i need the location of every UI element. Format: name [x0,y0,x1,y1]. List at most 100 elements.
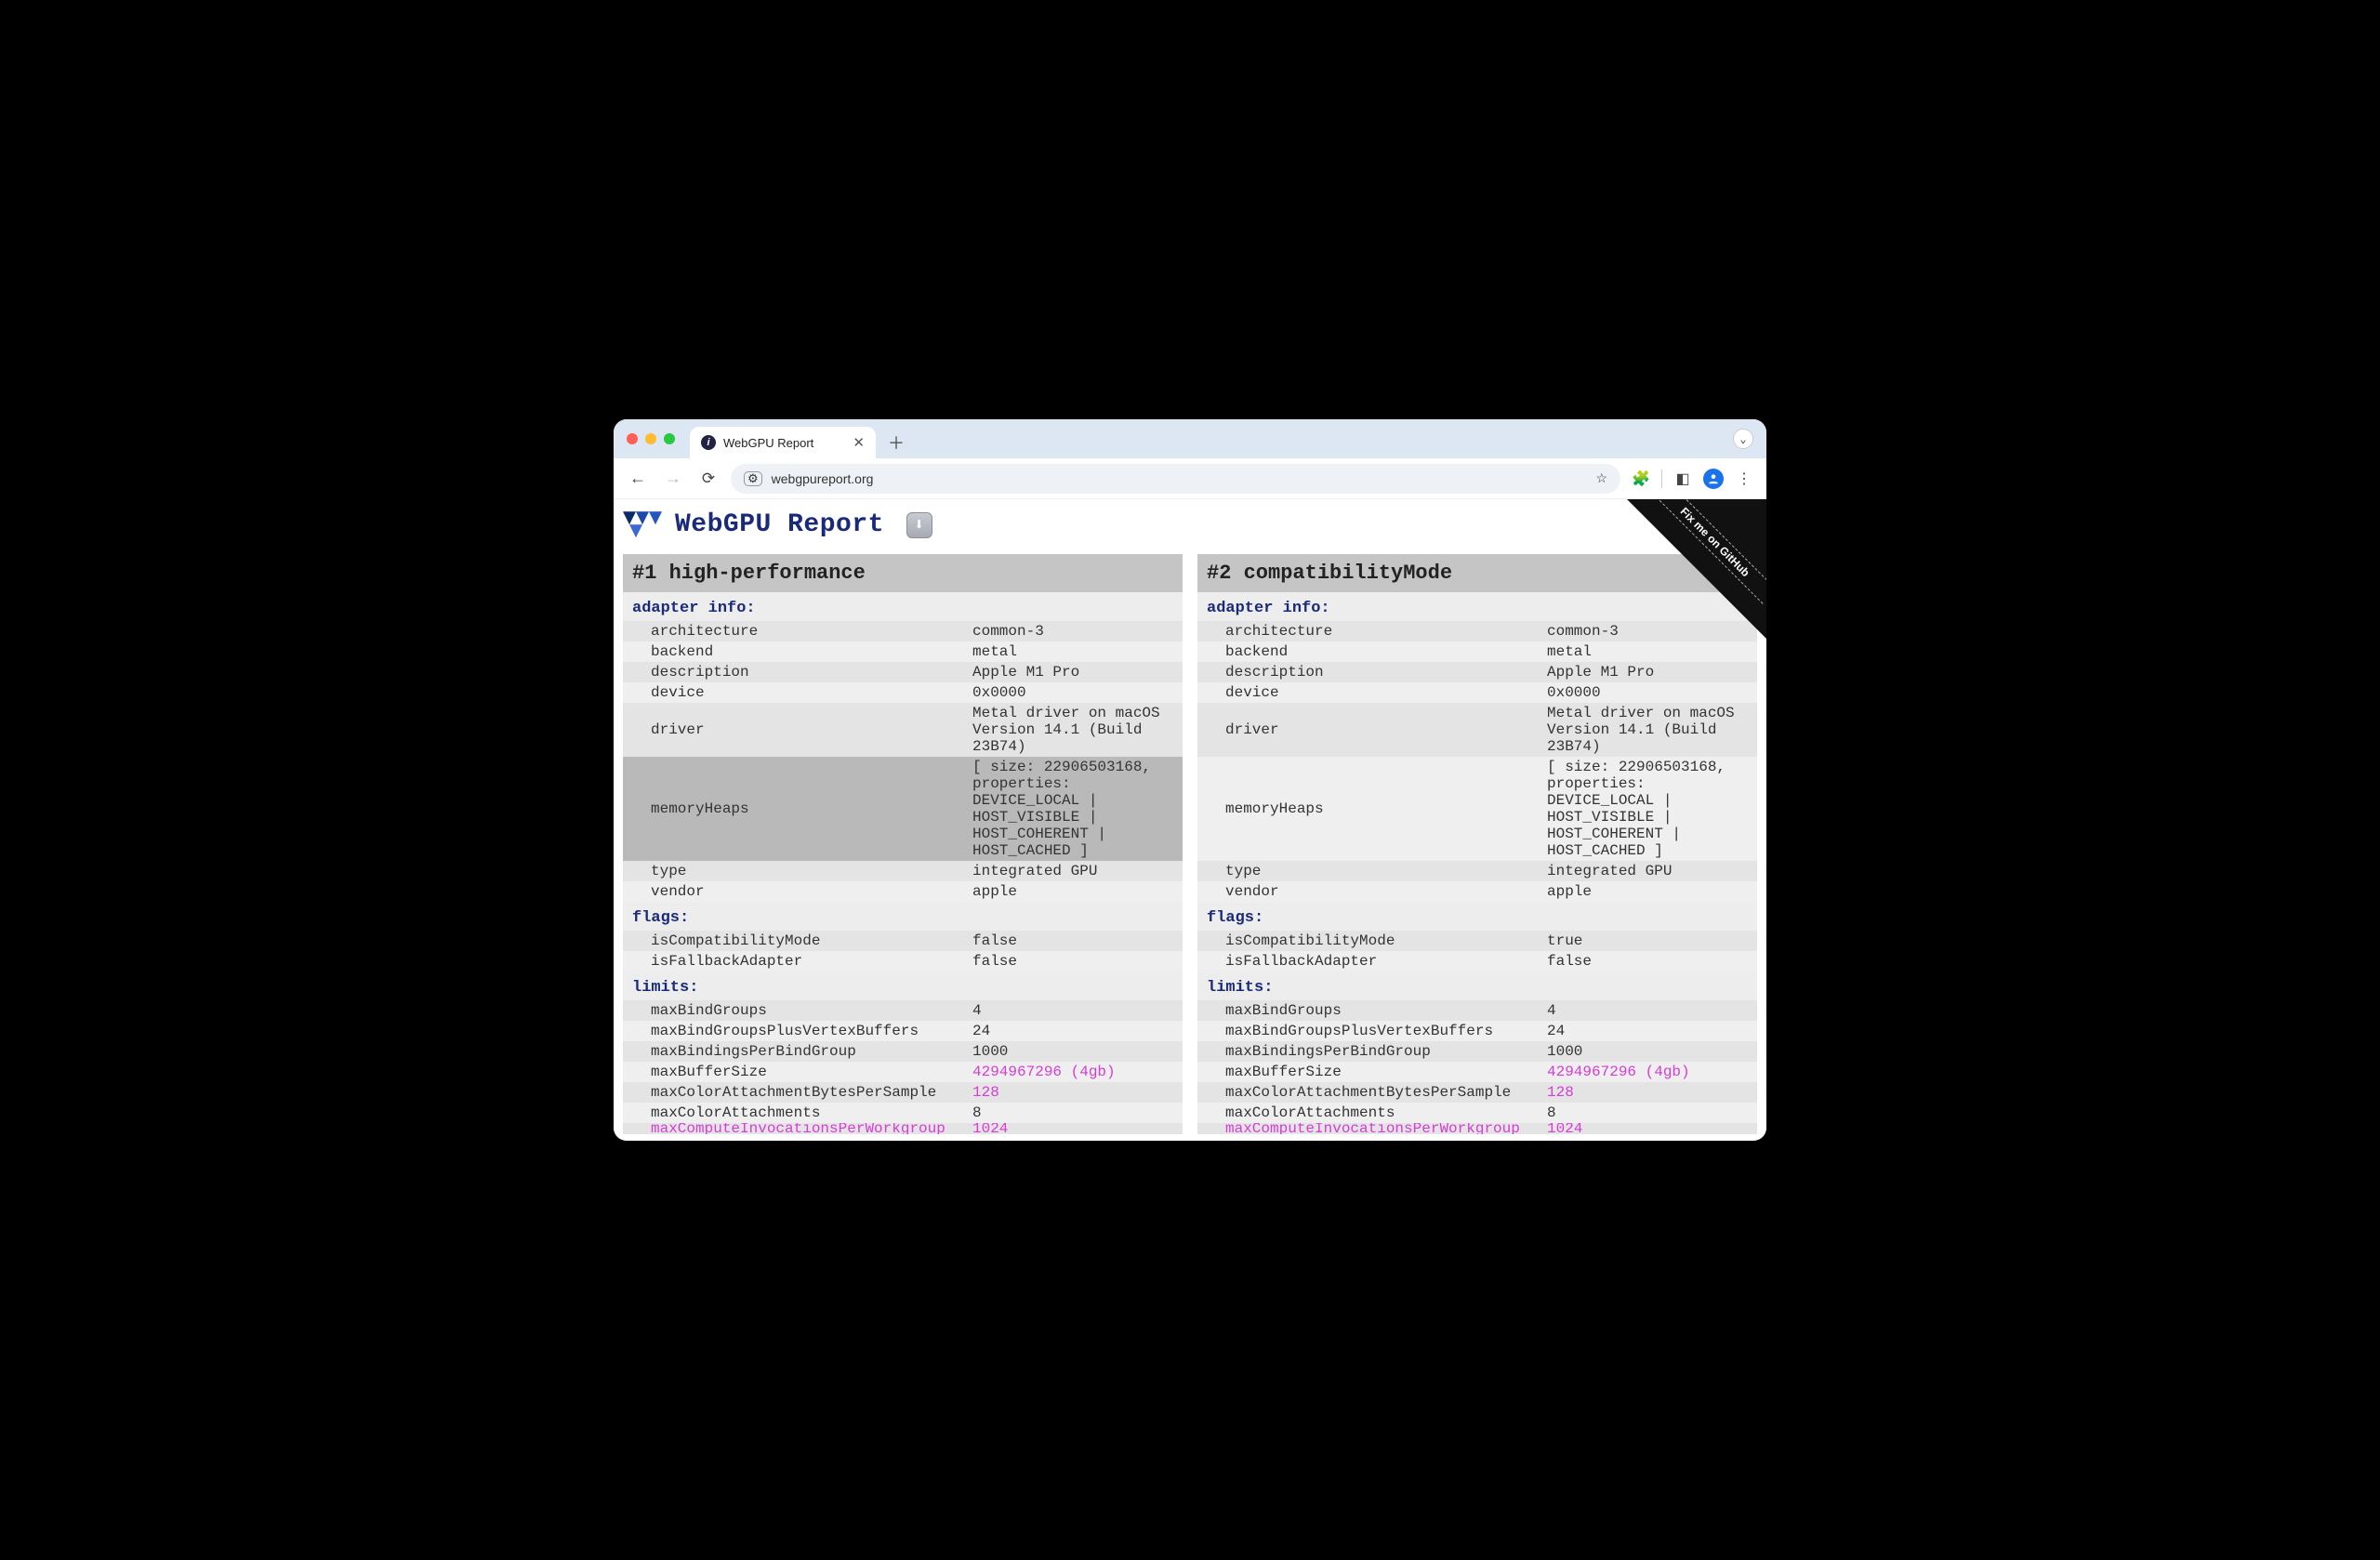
kv-value: [ size: 22906503168, properties: DEVICE_… [1541,757,1757,861]
section-heading: flags: [623,902,1183,931]
kv-key: maxColorAttachments [623,1103,967,1123]
kv-row: maxBufferSize4294967296 (4gb) [623,1062,1183,1082]
tab-overflow-button[interactable]: ⌄ [1733,429,1753,449]
kv-value: [ size: 22906503168, properties: DEVICE_… [967,757,1183,861]
page-title: WebGPU Report [675,510,884,539]
kv-key: maxColorAttachmentBytesPerSample [1197,1082,1541,1103]
kv-value: integrated GPU [967,861,1183,881]
kv-key: isCompatibilityMode [1197,931,1541,951]
kv-row: vendorapple [623,881,1183,902]
panels-container: #1 high-performanceadapter info:architec… [614,554,1766,1134]
close-window-button[interactable] [627,433,638,444]
kv-table: architecturecommon-3backendmetaldescript… [1197,621,1757,902]
kv-row: maxColorAttachmentBytesPerSample128 [623,1082,1183,1103]
kv-row: maxBindGroups4 [623,1000,1183,1021]
kv-key: isFallbackAdapter [623,951,967,972]
kv-key: architecture [1197,621,1541,641]
kv-row: device0x0000 [1197,682,1757,703]
kv-row: vendorapple [1197,881,1757,902]
kv-key: description [623,662,967,682]
kv-key: maxBufferSize [623,1062,967,1082]
kv-key: description [1197,662,1541,682]
kv-key: type [623,861,967,881]
kebab-menu-icon[interactable]: ⋮ [1733,469,1755,488]
url-text: webgpureport.org [772,471,874,486]
kv-key: maxComputeInvocationsPerWorkgroup [623,1123,967,1134]
address-bar[interactable]: ⚙ webgpureport.org ☆ [731,464,1620,494]
download-button[interactable]: ⬇ [906,512,932,538]
kv-value: Apple M1 Pro [1541,662,1757,682]
kv-value: Metal driver on macOS Version 14.1 (Buil… [1541,703,1757,757]
report-panel: #2 compatibilityModeadapter info:archite… [1197,554,1757,1134]
kv-key: device [623,682,967,703]
kv-table: maxBindGroups4maxBindGroupsPlusVertexBuf… [1197,1000,1757,1134]
kv-value: integrated GPU [1541,861,1757,881]
kv-value: true [1541,931,1757,951]
kv-key: vendor [1197,881,1541,902]
kv-row: maxBindGroupsPlusVertexBuffers24 [623,1021,1183,1041]
kv-row: device0x0000 [623,682,1183,703]
site-settings-icon[interactable]: ⚙ [744,471,762,486]
kv-row: isCompatibilityModetrue [1197,931,1757,951]
kv-value: metal [967,641,1183,662]
kv-row: descriptionApple M1 Pro [1197,662,1757,682]
kv-key: memoryHeaps [1197,757,1541,861]
kv-value: common-3 [967,621,1183,641]
new-tab-button[interactable]: ＋ [883,430,909,456]
kv-value: 4 [1541,1000,1757,1021]
forward-button[interactable]: → [660,469,686,488]
kv-key: isCompatibilityMode [623,931,967,951]
kv-value: 128 [1541,1082,1757,1103]
back-button[interactable]: ← [625,469,651,488]
bookmark-star-icon[interactable]: ☆ [1595,470,1607,486]
kv-value: 0x0000 [1541,682,1757,703]
kv-row: typeintegrated GPU [1197,861,1757,881]
kv-value: metal [1541,641,1757,662]
kv-value: 0x0000 [967,682,1183,703]
kv-key: backend [623,641,967,662]
kv-row: driverMetal driver on macOS Version 14.1… [1197,703,1757,757]
kv-value: Metal driver on macOS Version 14.1 (Buil… [967,703,1183,757]
close-tab-button[interactable]: ✕ [853,434,865,451]
kv-table: isCompatibilityModefalseisFallbackAdapte… [623,931,1183,972]
profile-button[interactable] [1703,469,1724,489]
kv-row: maxColorAttachmentBytesPerSample128 [1197,1082,1757,1103]
kv-row: memoryHeaps[ size: 22906503168, properti… [623,757,1183,861]
kv-table: isCompatibilityModetrueisFallbackAdapter… [1197,931,1757,972]
kv-row: maxColorAttachments8 [1197,1103,1757,1123]
report-panel: #1 high-performanceadapter info:architec… [623,554,1183,1134]
kv-row: maxComputeInvocationsPerWorkgroup1024 [623,1123,1183,1134]
kv-key: type [1197,861,1541,881]
reload-button[interactable]: ⟳ [695,469,721,488]
kv-value: 4294967296 (4gb) [967,1062,1183,1082]
kv-value: false [967,951,1183,972]
download-arrow-icon: ⬇ [914,515,924,535]
kv-row: maxBindGroupsPlusVertexBuffers24 [1197,1021,1757,1041]
kv-value: 8 [1541,1103,1757,1123]
kv-key: maxBindGroups [623,1000,967,1021]
kv-key: maxBufferSize [1197,1062,1541,1082]
kv-value: 1000 [967,1041,1183,1062]
kv-row: maxBindGroups4 [1197,1000,1757,1021]
kv-value: 1000 [1541,1041,1757,1062]
kv-row: backendmetal [1197,641,1757,662]
panel-title: #1 high-performance [623,554,1183,592]
kv-key: backend [1197,641,1541,662]
kv-value: Apple M1 Pro [967,662,1183,682]
kv-key: maxBindGroups [1197,1000,1541,1021]
kv-value: 128 [967,1082,1183,1103]
extensions-icon[interactable]: 🧩 [1630,469,1652,488]
maximize-window-button[interactable] [664,433,675,444]
kv-row: maxComputeInvocationsPerWorkgroup1024 [1197,1123,1757,1134]
section-heading: adapter info: [623,592,1183,621]
kv-key: maxBindGroupsPlusVertexBuffers [623,1021,967,1041]
kv-key: memoryHeaps [623,757,967,861]
sidepanel-icon[interactable]: ◧ [1672,469,1694,488]
kv-table: architecturecommon-3backendmetaldescript… [623,621,1183,902]
kv-value: false [1541,951,1757,972]
kv-value: 8 [967,1103,1183,1123]
page-header: WebGPU Report ⬇ [614,499,1766,554]
minimize-window-button[interactable] [645,433,656,444]
browser-tab[interactable]: i WebGPU Report ✕ [690,427,876,458]
page-content: WebGPU Report ⬇ Fix me on GitHub #1 high… [614,499,1766,1141]
